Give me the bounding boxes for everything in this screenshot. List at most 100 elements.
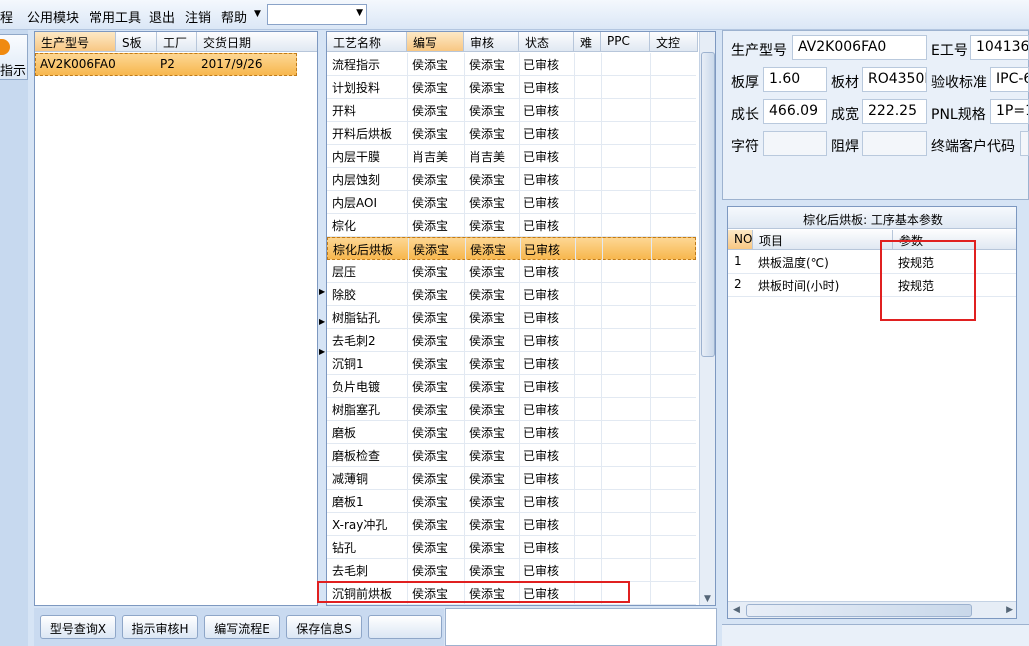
menu-common-tools[interactable]: 常用工具 xyxy=(89,7,141,26)
scrollbar-thumb[interactable] xyxy=(746,604,972,617)
model-field[interactable]: AV2K006FA0 xyxy=(792,35,927,60)
table-row[interactable]: 树脂钻孔 侯添宝 侯添宝 已审核 xyxy=(327,306,696,329)
table-row[interactable]: 磨板 侯添宝 侯添宝 已审核 xyxy=(327,421,696,444)
menu-common-module[interactable]: 公用模块 xyxy=(27,7,79,26)
write-process-button[interactable]: 编写流程E xyxy=(204,615,280,639)
table-row[interactable]: AV2K006FA0 P2 2017/9/26 xyxy=(35,53,297,76)
column-divider xyxy=(574,283,575,305)
model-query-button[interactable]: 型号查询X xyxy=(40,615,116,639)
scroll-right-icon[interactable]: ▶ xyxy=(1006,605,1013,615)
col-header-reviewer[interactable]: 审核 xyxy=(464,32,519,52)
table-row[interactable]: X-ray冲孔 侯添宝 侯添宝 已审核 xyxy=(327,513,696,536)
col-header-doc-control[interactable]: 文控 xyxy=(650,32,698,52)
chevron-down-icon[interactable]: ▼ xyxy=(254,9,261,19)
menu-combo-box[interactable]: ▼ xyxy=(267,4,367,25)
table-row[interactable]: 除胶 侯添宝 侯添宝 已审核 xyxy=(327,283,696,306)
table-row[interactable]: 内层蚀刻 侯添宝 侯添宝 已审核 xyxy=(327,168,696,191)
col-header-factory[interactable]: 工厂 xyxy=(157,32,197,52)
table-row[interactable]: 内层干膜 肖吉美 肖吉美 已审核 xyxy=(327,145,696,168)
column-divider xyxy=(407,214,408,236)
solder-mask-field[interactable] xyxy=(862,131,927,156)
column-divider xyxy=(601,513,602,535)
table-row[interactable]: 树脂塞孔 侯添宝 侯添宝 已审核 xyxy=(327,398,696,421)
splitter-arrow-icon: ▶ xyxy=(319,317,326,326)
cell-reviewer: 侯添宝 xyxy=(469,357,506,371)
column-divider xyxy=(650,168,651,190)
cell-reviewer: 侯添宝 xyxy=(469,426,506,440)
table-row[interactable]: 计划投料 侯添宝 侯添宝 已审核 xyxy=(327,76,696,99)
splitter-arrow-icon: ▶ xyxy=(319,347,326,356)
menu-help[interactable]: 帮助 xyxy=(221,7,247,26)
table-row[interactable]: 沉铜1 侯添宝 侯添宝 已审核 xyxy=(327,352,696,375)
column-divider xyxy=(464,99,465,121)
col-header-writer[interactable]: 编写 xyxy=(407,32,464,52)
table-row[interactable]: 层压 侯添宝 侯添宝 已审核 xyxy=(327,260,696,283)
menu-logout[interactable]: 注销 xyxy=(185,7,211,26)
column-divider xyxy=(650,375,651,397)
menu-exit[interactable]: 退出 xyxy=(149,7,175,26)
column-divider xyxy=(601,122,602,144)
table-row[interactable]: 棕化后烘板 侯添宝 侯添宝 已审核 xyxy=(327,237,696,260)
column-divider xyxy=(519,352,520,374)
column-divider xyxy=(650,283,651,305)
model-label: 生产型号 xyxy=(731,43,787,59)
table-row[interactable]: 负片电镀 侯添宝 侯添宝 已审核 xyxy=(327,375,696,398)
col-header-item[interactable]: 项目 xyxy=(753,230,893,250)
extra-button[interactable] xyxy=(368,615,442,639)
table-row[interactable]: 减薄铜 侯添宝 侯添宝 已审核 xyxy=(327,467,696,490)
length-field[interactable]: 466.09 xyxy=(763,99,827,124)
col-header-ppc[interactable]: PPC xyxy=(601,32,650,52)
cell-writer: 侯添宝 xyxy=(412,265,449,279)
process-grid: 工艺名称 编写 审核 状态 难 PPC 文控 流程指示 侯添宝 侯添宝 已审核 计划投料… xyxy=(326,31,716,606)
col-header-difficulty[interactable]: 难 xyxy=(574,32,601,52)
annotation-box xyxy=(880,240,976,321)
instruction-review-button[interactable]: 指示审核H xyxy=(122,615,198,639)
save-info-button[interactable]: 保存信息S xyxy=(286,615,362,639)
table-row[interactable]: 开料后烘板 侯添宝 侯添宝 已审核 xyxy=(327,122,696,145)
table-row[interactable]: 棕化 侯添宝 侯添宝 已审核 xyxy=(327,214,696,237)
scrollbar-thumb[interactable] xyxy=(701,52,715,357)
instruction-button[interactable]: 指示 xyxy=(0,34,28,80)
col-header-model[interactable]: 生产型号 xyxy=(35,32,116,52)
col-header-delivery-date[interactable]: 交货日期 xyxy=(197,32,317,52)
splitter[interactable]: ▶ ▶ ▶ xyxy=(318,31,326,606)
cell-reviewer: 侯添宝 xyxy=(469,311,506,325)
col-header-status[interactable]: 状态 xyxy=(519,32,574,52)
scroll-down-icon[interactable]: ▼ xyxy=(704,594,711,604)
material-field[interactable]: RO4350B xyxy=(862,67,927,92)
column-divider xyxy=(519,444,520,466)
chevron-down-icon[interactable]: ▼ xyxy=(356,8,363,18)
horizontal-scrollbar[interactable]: ◀ ▶ xyxy=(728,601,1016,618)
cell-process-name: 减薄铜 xyxy=(332,472,369,486)
customer-code-field[interactable] xyxy=(1020,131,1029,156)
standard-field[interactable]: IPC-6 xyxy=(990,67,1029,92)
table-row[interactable]: 开料 侯添宝 侯添宝 已审核 xyxy=(327,99,696,122)
column-divider xyxy=(519,306,520,328)
column-divider xyxy=(650,306,651,328)
table-row[interactable]: 内层AOI 侯添宝 侯添宝 已审核 xyxy=(327,191,696,214)
pnl-field[interactable]: 1P=1 xyxy=(990,99,1029,124)
column-divider xyxy=(407,329,408,351)
table-row[interactable]: 去毛刺 侯添宝 侯添宝 已审核 xyxy=(327,559,696,582)
e-number-field[interactable]: 1041365 xyxy=(970,35,1029,60)
cell-process-name: 内层干膜 xyxy=(332,150,381,164)
table-row[interactable]: 钻孔 侯添宝 侯添宝 已审核 xyxy=(327,536,696,559)
width-field[interactable]: 222.25 xyxy=(862,99,927,124)
cell-writer: 侯添宝 xyxy=(412,58,449,72)
character-field[interactable] xyxy=(763,131,827,156)
col-header-process-name[interactable]: 工艺名称 xyxy=(327,32,407,52)
material-label: 板材 xyxy=(831,75,859,91)
table-row[interactable]: 磨板1 侯添宝 侯添宝 已审核 xyxy=(327,490,696,513)
menu-process[interactable]: 程 xyxy=(0,7,13,26)
col-header-s-board[interactable]: S板 xyxy=(116,32,157,52)
column-divider xyxy=(407,283,408,305)
vertical-scrollbar[interactable]: ▼ xyxy=(699,32,715,605)
column-divider xyxy=(464,122,465,144)
thickness-field[interactable]: 1.60 xyxy=(763,67,827,92)
table-row[interactable]: 磨板检查 侯添宝 侯添宝 已审核 xyxy=(327,444,696,467)
column-divider xyxy=(601,306,602,328)
scroll-left-icon[interactable]: ◀ xyxy=(733,605,740,615)
table-row[interactable]: 流程指示 侯添宝 侯添宝 已审核 xyxy=(327,53,696,76)
col-header-no[interactable]: NO xyxy=(728,230,753,250)
table-row[interactable]: 去毛刺2 侯添宝 侯添宝 已审核 xyxy=(327,329,696,352)
